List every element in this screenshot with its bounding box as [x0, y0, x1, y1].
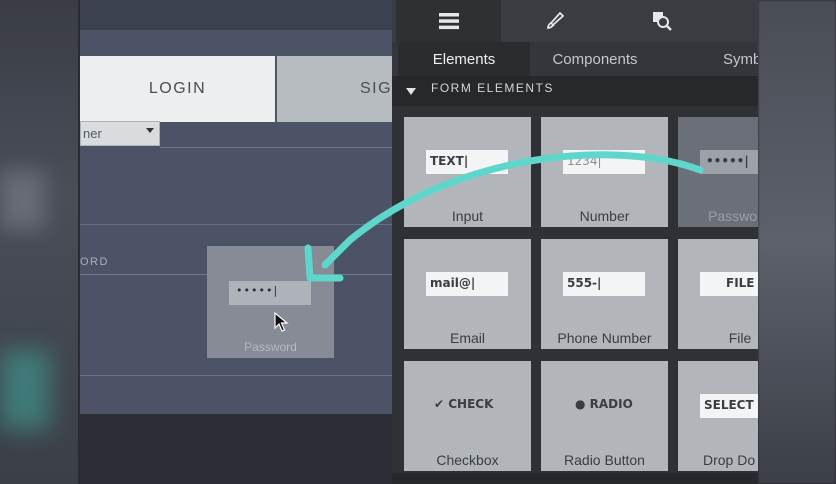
canvas-footer: [80, 414, 400, 484]
tile-preview-text: ● RADIO: [575, 397, 633, 411]
caret-down-icon[interactable]: [406, 88, 416, 95]
tile-label: Phone Number: [557, 330, 652, 346]
drag-arrow-icon: [304, 151, 704, 282]
background-blur: [0, 170, 45, 230]
tab-symbols[interactable]: Symb: [712, 42, 758, 76]
brush-icon[interactable]: [505, 0, 605, 42]
inspect-icon[interactable]: [612, 0, 712, 42]
tile-preview-text: SELECT: [704, 398, 754, 412]
tile-preview-text: ✔ CHECK: [434, 397, 494, 411]
divider: [80, 375, 392, 376]
login-tab[interactable]: LOGIN: [80, 56, 275, 122]
mouse-cursor-icon: [274, 312, 289, 332]
chevron-down-icon: [146, 128, 154, 133]
tab-components[interactable]: Components: [530, 42, 660, 76]
tile-label: Drop Do: [703, 452, 756, 468]
tile-label: Email: [449, 330, 485, 346]
tile-dropdown[interactable]: SELECT Drop Do: [678, 361, 758, 471]
dragged-password-value: •••••|: [236, 284, 279, 297]
tile-label: File: [728, 330, 752, 346]
dropdown-value: ner: [83, 126, 102, 141]
tile-checkbox[interactable]: ✔ CHECK Checkbox: [404, 361, 531, 471]
section-title: FORM ELEMENTS: [431, 81, 554, 95]
password-field-label: ORD: [80, 256, 109, 268]
tile-label: Checkbox: [436, 452, 499, 468]
dropdown-select[interactable]: ner: [80, 121, 160, 146]
dragged-password-label: Password: [244, 340, 297, 354]
tile-radio-button[interactable]: ● RADIO Radio Button: [541, 361, 668, 471]
tile-preview-text: FILE: [726, 276, 755, 290]
signup-tab[interactable]: SIG: [277, 56, 400, 122]
panel-bottom: [392, 473, 758, 484]
tab-elements[interactable]: Elements: [398, 42, 530, 76]
background-right: [758, 0, 836, 484]
tile-label: Radio Button: [564, 452, 645, 468]
background-blur: [0, 350, 50, 430]
menu-icon[interactable]: [396, 0, 501, 42]
canvas-header: [80, 0, 400, 30]
